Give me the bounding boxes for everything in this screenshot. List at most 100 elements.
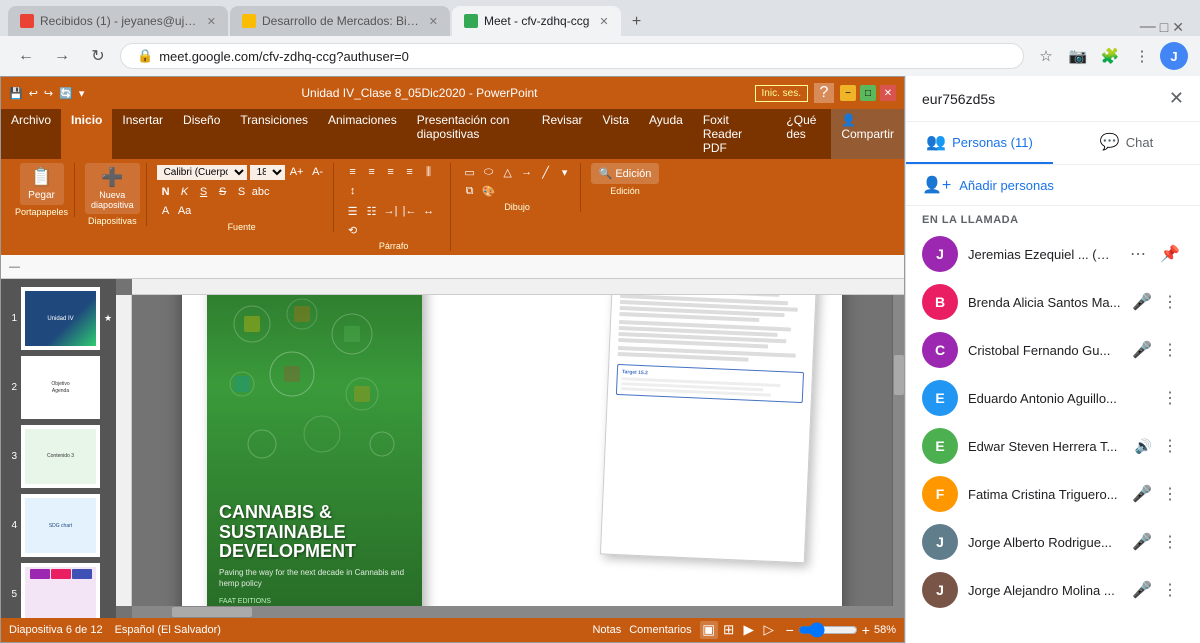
aa-button[interactable]: Aa	[176, 202, 194, 220]
inic-session-button[interactable]: Inic. ses.	[755, 85, 808, 102]
tab-slides[interactable]: Desarrollo de Mercados: Bioenerg... ✕	[230, 6, 450, 36]
zoom-out-button[interactable]: −	[786, 622, 794, 638]
more-options-cristobal[interactable]: ⋮	[1156, 336, 1184, 364]
ribbon-tab-animaciones[interactable]: Animaciones	[318, 109, 407, 159]
font-size-select[interactable]: 18	[250, 165, 285, 180]
new-tab-button[interactable]: +	[623, 8, 651, 36]
pin-jeremias[interactable]: 📌	[1156, 240, 1184, 268]
ribbon-tab-ayuda[interactable]: Ayuda	[639, 109, 693, 159]
ppt-help-icon[interactable]: ?	[814, 83, 834, 103]
tab-slides-close[interactable]: ✕	[429, 15, 438, 28]
add-people-button[interactable]: 👤+ Añadir personas	[906, 165, 1200, 206]
slide-panel[interactable]: 1 Unidad IV ★ 2 ObjetivoAgenda	[1, 279, 116, 618]
underline-button[interactable]: S	[195, 183, 213, 201]
redo-icon[interactable]: ↪	[44, 87, 53, 100]
align-left-button[interactable]: ≡	[344, 163, 362, 181]
justify-button[interactable]: ≡	[401, 163, 419, 181]
ribbon-tab-insertar[interactable]: Insertar	[112, 109, 173, 159]
slideshow-button[interactable]: ▷	[760, 621, 778, 639]
meet-close-button[interactable]: ✕	[1169, 88, 1184, 109]
comments-button[interactable]: Comentarios	[629, 624, 691, 636]
more-options-jorge-a[interactable]: ⋮	[1156, 528, 1184, 556]
more-options-fatima[interactable]: ⋮	[1156, 480, 1184, 508]
ppt-close-button[interactable]: ✕	[880, 85, 896, 101]
slide-main-area[interactable]: UJMD UNIVERSIDADJOSÉ MATÍASDELGADO	[132, 295, 892, 606]
convert-button[interactable]: ⟲	[344, 221, 362, 239]
maximize-button[interactable]: □	[1160, 19, 1168, 35]
ribbon-tab-foxit[interactable]: Foxit Reader PDF	[693, 109, 777, 159]
refresh-button[interactable]: ↻	[84, 42, 112, 70]
more-options-brenda[interactable]: ⋮	[1156, 288, 1184, 316]
ribbon-tab-transiciones[interactable]: Transiciones	[230, 109, 318, 159]
more-shapes[interactable]: ▾	[556, 163, 574, 181]
autosave-icon[interactable]: 🔄	[59, 87, 73, 100]
rectangle-shape[interactable]: ▭	[461, 163, 479, 181]
arrow-shape[interactable]: →	[518, 163, 536, 181]
horizontal-scrollbar[interactable]	[132, 606, 904, 618]
extensions-button[interactable]: 🧩	[1096, 42, 1124, 70]
normal-view-button[interactable]: ▣	[700, 621, 718, 639]
tab-gmail[interactable]: Recibidos (1) - jeyanes@ujmd.ed... ✕	[8, 6, 228, 36]
bullet-button[interactable]: ☰	[344, 202, 362, 220]
numbered-button[interactable]: ☷	[363, 202, 381, 220]
increase-indent-button[interactable]: →|	[382, 202, 400, 220]
ribbon-tab-vista[interactable]: Vista	[593, 109, 639, 159]
ribbon-tab-revisar[interactable]: Revisar	[532, 109, 593, 159]
text-direction-button[interactable]: ↔	[420, 202, 438, 220]
slide-thumb-3[interactable]: Contenido 3	[21, 425, 100, 488]
slide-thumb-1[interactable]: Unidad IV	[21, 287, 100, 350]
ribbon-tab-presentacion[interactable]: Presentación con diapositivas	[407, 109, 532, 159]
triangle-shape[interactable]: △	[499, 163, 517, 181]
ppt-maximize-button[interactable]: □	[860, 85, 876, 101]
ribbon-tab-diseno[interactable]: Diseño	[173, 109, 230, 159]
tab-personas[interactable]: 👥 Personas (11)	[906, 122, 1053, 164]
back-button[interactable]: ←	[12, 42, 40, 70]
ppt-minimize-button[interactable]: −	[840, 85, 856, 101]
tab-meet-close[interactable]: ✕	[599, 15, 608, 28]
italic-button[interactable]: K	[176, 183, 194, 201]
close-browser-button[interactable]: ✕	[1172, 19, 1184, 36]
oval-shape[interactable]: ⬭	[480, 163, 498, 181]
increase-font-button[interactable]: A+	[288, 163, 306, 181]
strikethrough-button[interactable]: S	[214, 183, 232, 201]
reading-view-button[interactable]: ▶	[740, 621, 758, 639]
more-options-jorge-aj[interactable]: ⋮	[1156, 576, 1184, 604]
columns-button[interactable]: ⫼	[420, 163, 438, 181]
zoom-in-button[interactable]: +	[862, 622, 870, 638]
line-spacing-button[interactable]: ↕	[344, 182, 362, 200]
font-color-button[interactable]: A	[157, 202, 175, 220]
ribbon-tab-compartir[interactable]: 👤 Compartir	[831, 109, 904, 159]
forward-button[interactable]: →	[48, 42, 76, 70]
line-shape[interactable]: ╱	[537, 163, 555, 181]
slide-thumb-5[interactable]	[21, 563, 100, 618]
save-icon[interactable]: 💾	[9, 87, 23, 100]
shadow-button[interactable]: S	[233, 183, 251, 201]
nueva-diapositiva-button[interactable]: ➕ Nueva diapositiva	[85, 163, 140, 214]
align-center-button[interactable]: ≡	[363, 163, 381, 181]
ribbon-tab-archivo[interactable]: Archivo	[1, 109, 61, 159]
tab-gmail-close[interactable]: ✕	[207, 15, 216, 28]
more-options-eduardo[interactable]: ⋮	[1156, 384, 1184, 412]
more-options-edwar[interactable]: ⋮	[1156, 432, 1184, 460]
slide-thumb-2[interactable]: ObjetivoAgenda	[21, 356, 100, 419]
bookmark-button[interactable]: ☆	[1032, 42, 1060, 70]
decrease-indent-button[interactable]: |←	[401, 202, 419, 220]
more-options-jeremias[interactable]: ⋯	[1124, 240, 1152, 268]
arrange-button[interactable]: ⧉	[461, 182, 479, 200]
minimize-button[interactable]: —	[1140, 18, 1156, 36]
tab-meet[interactable]: Meet - cfv-zdhq-ccg ✕	[452, 6, 621, 36]
undo-icon[interactable]: ↩	[29, 87, 38, 100]
charspacing-button[interactable]: abc	[252, 183, 270, 201]
profile-avatar[interactable]: J	[1160, 42, 1188, 70]
camera-button[interactable]: 📷	[1064, 42, 1092, 70]
decrease-font-button[interactable]: A-	[309, 163, 327, 181]
scroll-thumb[interactable]	[894, 355, 904, 395]
slide-thumb-4[interactable]: SDG chart	[21, 494, 100, 557]
align-right-button[interactable]: ≡	[382, 163, 400, 181]
ribbon-tab-inicio[interactable]: Inicio	[61, 109, 112, 159]
ribbon-tab-quedes[interactable]: ¿Qué des	[776, 109, 831, 159]
vertical-scrollbar[interactable]	[892, 295, 904, 606]
tab-chat[interactable]: 💬 Chat	[1053, 122, 1200, 164]
font-family-select[interactable]: Calibri (Cuerpo)	[157, 165, 247, 180]
bold-button[interactable]: N	[157, 183, 175, 201]
